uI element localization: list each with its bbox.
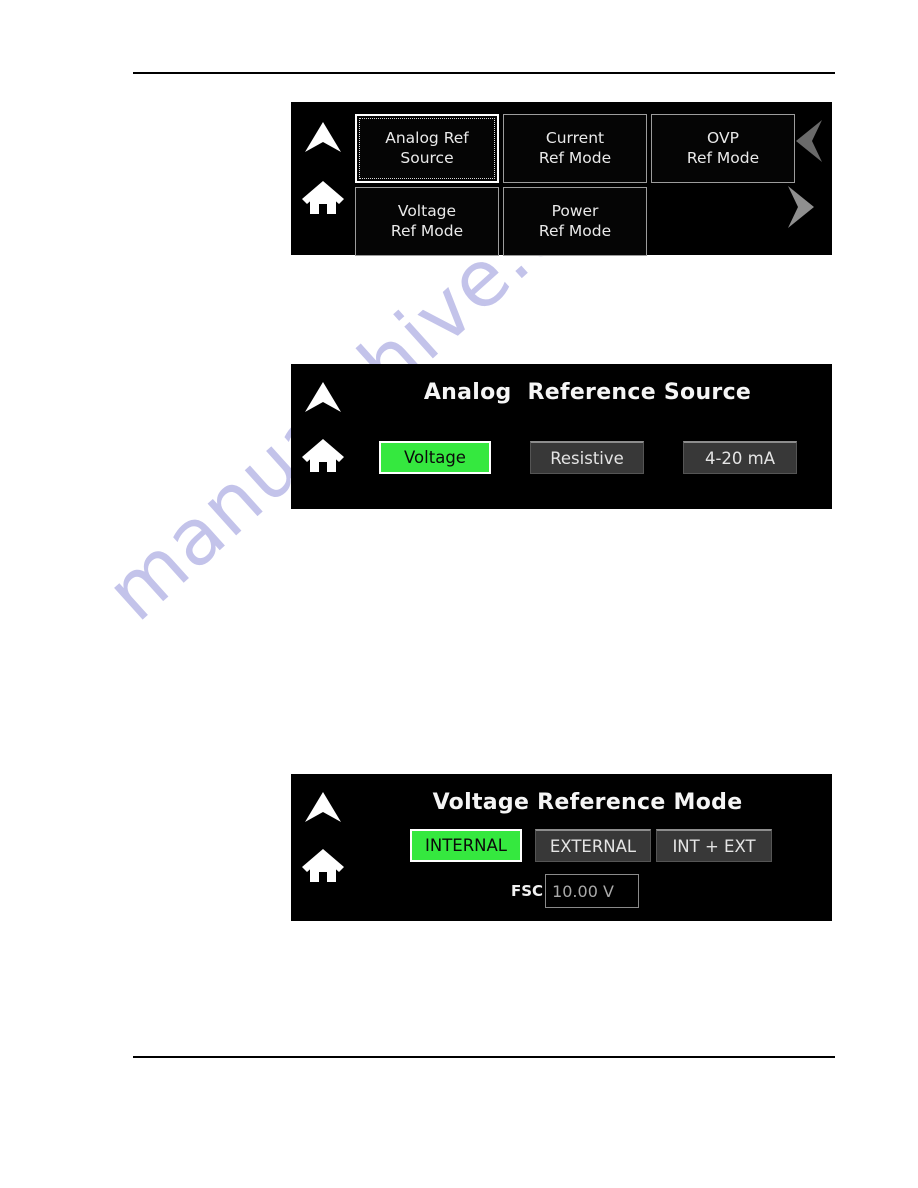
menu-button-current-ref-mode[interactable]: Current Ref Mode [503, 114, 647, 183]
fsc-value-input[interactable]: 10.00 V [545, 874, 640, 908]
option-button-resistive[interactable]: Resistive [530, 441, 644, 474]
option-button-label: INT + EXT [672, 836, 756, 856]
menu-button-ovp-ref-mode[interactable]: OVP Ref Mode [651, 114, 795, 183]
fsc-field-row: FSC 10.00 V [511, 874, 640, 908]
menu-button-label-line1: Voltage [397, 201, 457, 220]
menu-button-label-line2: Ref Mode [538, 221, 612, 240]
chevron-up-icon[interactable] [300, 116, 346, 162]
page-title: Voltage Reference Mode [432, 790, 743, 815]
device-screen-menu: Analog Ref Source Current Ref Mode OVP R… [291, 102, 832, 256]
menu-button-analog-ref-source[interactable]: Analog Ref Source [355, 114, 499, 183]
page-title: Analog Reference Source [423, 380, 752, 405]
menu-button-power-ref-mode[interactable]: Power Ref Mode [503, 187, 647, 256]
option-button-label: Voltage [404, 448, 466, 467]
option-button-label: Resistive [550, 448, 624, 468]
option-button-label: EXTERNAL [549, 836, 637, 856]
option-button-internal[interactable]: INTERNAL [410, 829, 522, 862]
menu-button-label-line1: OVP [707, 128, 739, 147]
nav-rail [291, 364, 353, 509]
menu-button-label-line2: Ref Mode [538, 148, 612, 167]
menu-button-label-line2: Ref Mode [686, 148, 760, 167]
nav-rail [291, 774, 353, 921]
option-button-voltage[interactable]: Voltage [379, 441, 491, 474]
footer-rule [133, 1056, 835, 1058]
device-screen-voltage-reference-mode: Voltage Reference Mode INTERNAL EXTERNAL… [291, 774, 832, 921]
menu-button-label-line1: Analog Ref [385, 128, 469, 147]
fsc-label: FSC [511, 882, 544, 900]
home-icon[interactable] [300, 432, 346, 478]
option-button-4-20-ma[interactable]: 4-20 mA [683, 441, 797, 474]
header-rule [133, 72, 835, 74]
menu-button-label-line2: Ref Mode [390, 221, 464, 240]
option-button-label: 4-20 mA [704, 448, 776, 468]
device-screen-analog-reference-source: Analog Reference Source Voltage Resistiv… [291, 364, 832, 509]
home-icon[interactable] [300, 842, 346, 888]
chevron-up-icon[interactable] [300, 786, 346, 832]
menu-button-label-line2: Source [400, 148, 454, 167]
option-button-external[interactable]: EXTERNAL [535, 829, 651, 862]
chevron-up-icon[interactable] [300, 376, 346, 422]
chevron-right-icon[interactable] [782, 182, 828, 232]
option-button-int-plus-ext[interactable]: INT + EXT [656, 829, 772, 862]
nav-rail [291, 102, 353, 255]
menu-button-voltage-ref-mode[interactable]: Voltage Ref Mode [355, 187, 499, 256]
option-button-label: INTERNAL [424, 836, 507, 855]
home-icon[interactable] [300, 174, 346, 220]
menu-button-label-line1: Current [545, 128, 605, 147]
menu-button-label-line1: Power [551, 201, 599, 220]
